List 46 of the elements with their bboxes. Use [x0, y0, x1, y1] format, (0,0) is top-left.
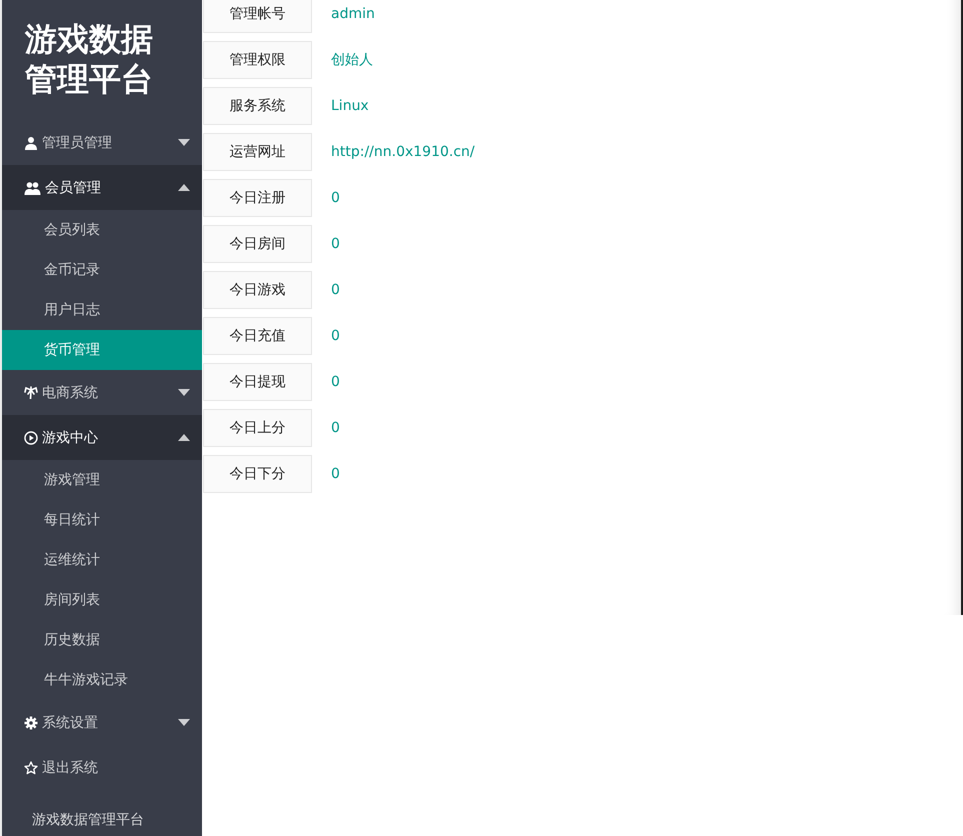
info-label: 管理帐号: [203, 0, 312, 33]
user-icon: [24, 136, 38, 150]
submenu-item[interactable]: 会员列表: [2, 210, 202, 250]
info-value: 0: [331, 328, 340, 344]
info-label: 今日充值: [203, 317, 312, 355]
submenu-item[interactable]: 运维统计: [2, 540, 202, 580]
info-value: http://nn.0x1910.cn/: [331, 144, 475, 160]
submenu-item[interactable]: 每日统计: [2, 500, 202, 540]
submenu-item[interactable]: 游戏管理: [2, 460, 202, 500]
menu-header[interactable]: 会员管理: [2, 165, 202, 210]
info-value: admin: [331, 6, 375, 22]
menu-header[interactable]: 电商系统: [2, 370, 202, 415]
submenu-item[interactable]: 用户日志: [2, 290, 202, 330]
info-value: 创始人: [331, 51, 373, 69]
submenu-item[interactable]: 金币记录: [2, 250, 202, 290]
menu-header[interactable]: 管理员管理: [2, 120, 202, 165]
menu-header[interactable]: 游戏中心: [2, 415, 202, 460]
footer-title: 游戏数据管理平台: [31, 811, 145, 830]
info-value: 0: [331, 374, 340, 390]
info-value: 0: [331, 420, 340, 436]
logo-title: 游戏数据管理平台: [25, 19, 154, 99]
info-value: 0: [331, 190, 340, 206]
info-label: 今日上分: [203, 409, 312, 447]
info-value: 0: [331, 236, 340, 252]
info-label: 今日提现: [203, 363, 312, 401]
play-circle-icon: [24, 430, 38, 444]
info-label: 管理权限: [203, 41, 312, 79]
info-label: 今日房间: [203, 225, 312, 263]
submenu-item[interactable]: 房间列表: [2, 580, 202, 620]
info-label: 运营网址: [203, 133, 312, 171]
menu-header[interactable]: 退出系统: [2, 745, 202, 790]
users-icon: [24, 180, 41, 194]
info-value: 0: [331, 282, 340, 298]
info-value: Linux: [331, 98, 369, 114]
submenu-item[interactable]: 货币管理: [2, 330, 202, 370]
settings-icon: [24, 716, 38, 730]
info-label: 服务系统: [203, 87, 312, 125]
submenu-item[interactable]: 历史数据: [2, 620, 202, 660]
palm-tree-icon: [24, 386, 38, 400]
info-label: 今日注册: [203, 179, 312, 217]
submenu-item[interactable]: 牛牛游戏记录: [2, 660, 202, 700]
star-icon: [24, 760, 38, 774]
info-value: 0: [331, 466, 340, 482]
menu-header[interactable]: 系统设置: [2, 700, 202, 745]
info-label: 今日游戏: [203, 271, 312, 309]
info-label: 今日下分: [203, 455, 312, 493]
